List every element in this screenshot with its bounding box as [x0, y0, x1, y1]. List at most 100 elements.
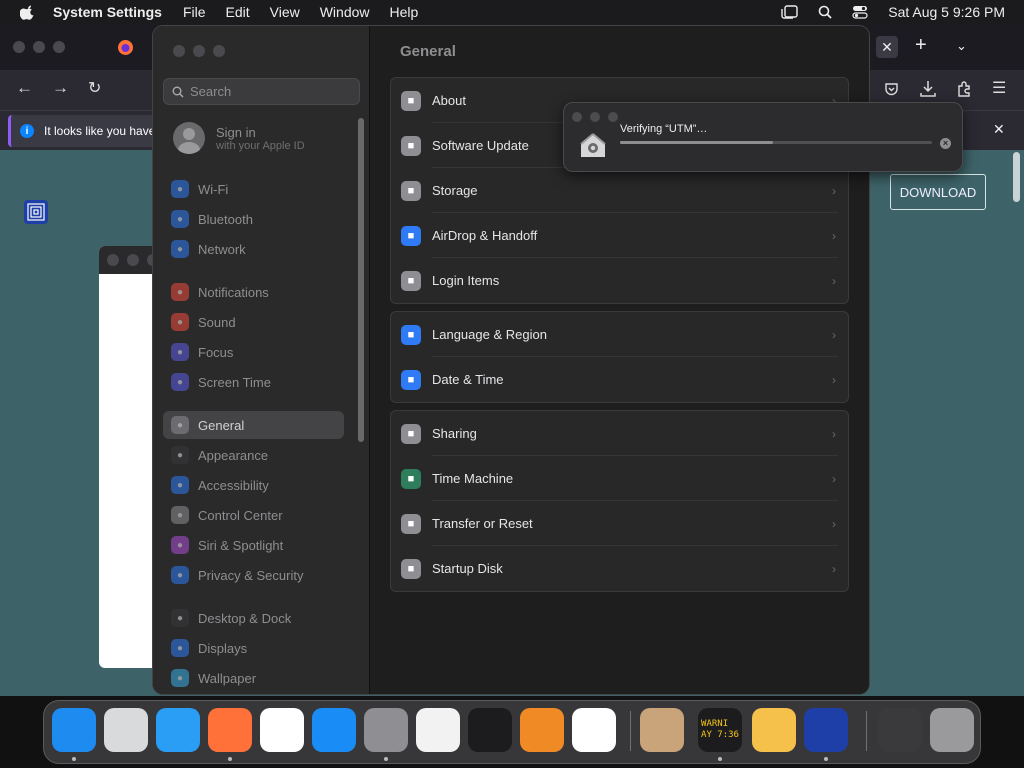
firefox-icon[interactable]: [208, 708, 252, 752]
app-store-icon[interactable]: [312, 708, 356, 752]
sidebar-item-wi-fi[interactable]: ● Wi-Fi: [163, 175, 344, 203]
downloads-icon[interactable]: [920, 80, 936, 97]
search-input[interactable]: [190, 84, 350, 99]
sidebar-scrollbar[interactable]: [358, 118, 364, 442]
reload-icon[interactable]: ↻: [88, 78, 101, 98]
background-window[interactable]: [99, 246, 159, 668]
chevron-right-icon: ›: [832, 273, 836, 288]
spotlight-search-icon[interactable]: [818, 5, 832, 19]
browser-window-controls[interactable]: [13, 41, 65, 53]
close-tab-icon[interactable]: ✕: [876, 36, 898, 58]
settings-row-label: Storage: [432, 183, 478, 198]
pocket-icon[interactable]: [884, 82, 899, 97]
sidebar-item-privacy-security[interactable]: ● Privacy & Security: [163, 561, 344, 589]
back-arrow-icon[interactable]: ←: [16, 78, 33, 98]
sidebar-item-wallpaper[interactable]: ● Wallpaper: [163, 664, 344, 692]
settings-row-date-time[interactable]: ■ Date & Time ›: [391, 357, 848, 402]
stage-manager-icon[interactable]: [781, 5, 798, 19]
new-tab-icon[interactable]: +: [915, 34, 927, 57]
display-icon: ●: [171, 639, 189, 657]
sidebar-item-screen-time[interactable]: ● Screen Time: [163, 368, 344, 396]
finder-icon[interactable]: [52, 708, 96, 752]
apple-id-signin[interactable]: Sign in with your Apple ID: [173, 122, 305, 154]
forward-arrow-icon[interactable]: →: [52, 78, 69, 98]
desktop-icon: ●: [171, 609, 189, 627]
trash-icon[interactable]: [930, 708, 974, 752]
menu-edit[interactable]: Edit: [226, 4, 250, 20]
utm-icon[interactable]: [804, 708, 848, 752]
safari-icon[interactable]: [156, 708, 200, 752]
menu-file[interactable]: File: [183, 4, 206, 20]
chevron-right-icon: ›: [832, 426, 836, 441]
sidebar-item-focus[interactable]: ● Focus: [163, 338, 344, 366]
sidebar-item-label: Notifications: [198, 284, 269, 300]
firefox-tab-icon[interactable]: [117, 39, 134, 56]
sidebar-item-appearance[interactable]: ● Appearance: [163, 441, 344, 469]
download-button[interactable]: DOWNLOAD: [890, 174, 986, 210]
wifi-icon: ●: [171, 180, 189, 198]
sidebar-item-control-center[interactable]: ● Control Center: [163, 501, 344, 529]
sidebar-item-sound[interactable]: ● Sound: [163, 308, 344, 336]
sidebar-item-accessibility[interactable]: ● Accessibility: [163, 471, 344, 499]
dialog-window-controls[interactable]: [572, 112, 618, 122]
menu-window[interactable]: Window: [320, 4, 370, 20]
page-title: General: [400, 43, 456, 60]
extensions-icon[interactable]: [956, 80, 973, 97]
bell-icon: ●: [171, 283, 189, 301]
disk-icon: ■: [401, 558, 421, 579]
sidebar-item-label: General: [198, 417, 245, 433]
settings-row-storage[interactable]: ■ Storage ›: [391, 168, 848, 213]
sidebar-item-bluetooth[interactable]: ● Bluetooth: [163, 205, 344, 233]
sidebar-item-label: Appearance: [198, 447, 269, 463]
settings-row-language-region[interactable]: ■ Language & Region ›: [391, 312, 848, 357]
settings-row-sharing[interactable]: ■ Sharing ›: [391, 411, 848, 456]
verify-progress-fill: [620, 141, 773, 144]
settings-row-startup-disk[interactable]: ■ Startup Disk ›: [391, 546, 848, 591]
cancel-verify-icon[interactable]: ×: [940, 138, 951, 149]
chrome-icon[interactable]: [260, 708, 304, 752]
menubar-clock[interactable]: Sat Aug 5 9:26 PM: [888, 4, 1005, 20]
home-icon[interactable]: [752, 708, 796, 752]
chevron-right-icon: ›: [832, 471, 836, 486]
vscode-icon[interactable]: [572, 708, 616, 752]
console-icon[interactable]: WARNI AY 7:36: [698, 708, 742, 752]
chevron-right-icon: ›: [832, 372, 836, 387]
apple-menu-icon[interactable]: [20, 4, 36, 20]
sidebar-item-displays[interactable]: ● Displays: [163, 634, 344, 662]
sidebar-item-siri-spotlight[interactable]: ● Siri & Spotlight: [163, 531, 344, 559]
garageband-icon[interactable]: [520, 708, 564, 752]
settings-row-airdrop-handoff[interactable]: ■ AirDrop & Handoff ›: [391, 213, 848, 258]
app-menu-system-settings[interactable]: System Settings: [53, 4, 162, 20]
running-indicator: [718, 757, 722, 761]
settings-row-login-items[interactable]: ■ Login Items ›: [391, 258, 848, 303]
hamburger-menu-icon[interactable]: ☰: [992, 78, 1006, 98]
sidebar-item-notifications[interactable]: ● Notifications: [163, 278, 344, 306]
menu-view[interactable]: View: [270, 4, 300, 20]
launchpad-icon[interactable]: [104, 708, 148, 752]
page-scrollbar[interactable]: [1013, 152, 1020, 202]
accessibility-icon: ●: [171, 476, 189, 494]
running-indicator: [824, 757, 828, 761]
settings-row-time-machine[interactable]: ■ Time Machine ›: [391, 456, 848, 501]
terminal-icon[interactable]: [468, 708, 512, 752]
sidebar-search[interactable]: [163, 78, 360, 105]
menu-help[interactable]: Help: [390, 4, 419, 20]
sidebar-item-general[interactable]: ● General: [163, 411, 344, 439]
textedit-icon[interactable]: [416, 708, 460, 752]
system-settings-icon[interactable]: [364, 708, 408, 752]
list-tabs-chevron-icon[interactable]: ⌄: [956, 38, 967, 54]
settings-row-label: About: [432, 93, 466, 108]
running-indicator: [384, 757, 388, 761]
sidebar-item-label: Displays: [198, 640, 248, 656]
settings-window-controls[interactable]: [173, 45, 225, 57]
downloads-stack-icon[interactable]: [878, 708, 922, 752]
sidebar-item-desktop-dock[interactable]: ● Desktop & Dock: [163, 604, 344, 632]
sidebar-item-label: Siri & Spotlight: [198, 537, 284, 553]
settings-row-transfer-or-reset[interactable]: ■ Transfer or Reset ›: [391, 501, 848, 546]
dismiss-notice-icon[interactable]: ✕: [993, 121, 1005, 138]
control-center-menu-icon[interactable]: [852, 5, 868, 19]
settings-row-label: Login Items: [432, 273, 500, 288]
sidebar-item-network[interactable]: ● Network: [163, 235, 344, 263]
installer-icon[interactable]: [640, 708, 684, 752]
gear-icon: ●: [171, 416, 189, 434]
